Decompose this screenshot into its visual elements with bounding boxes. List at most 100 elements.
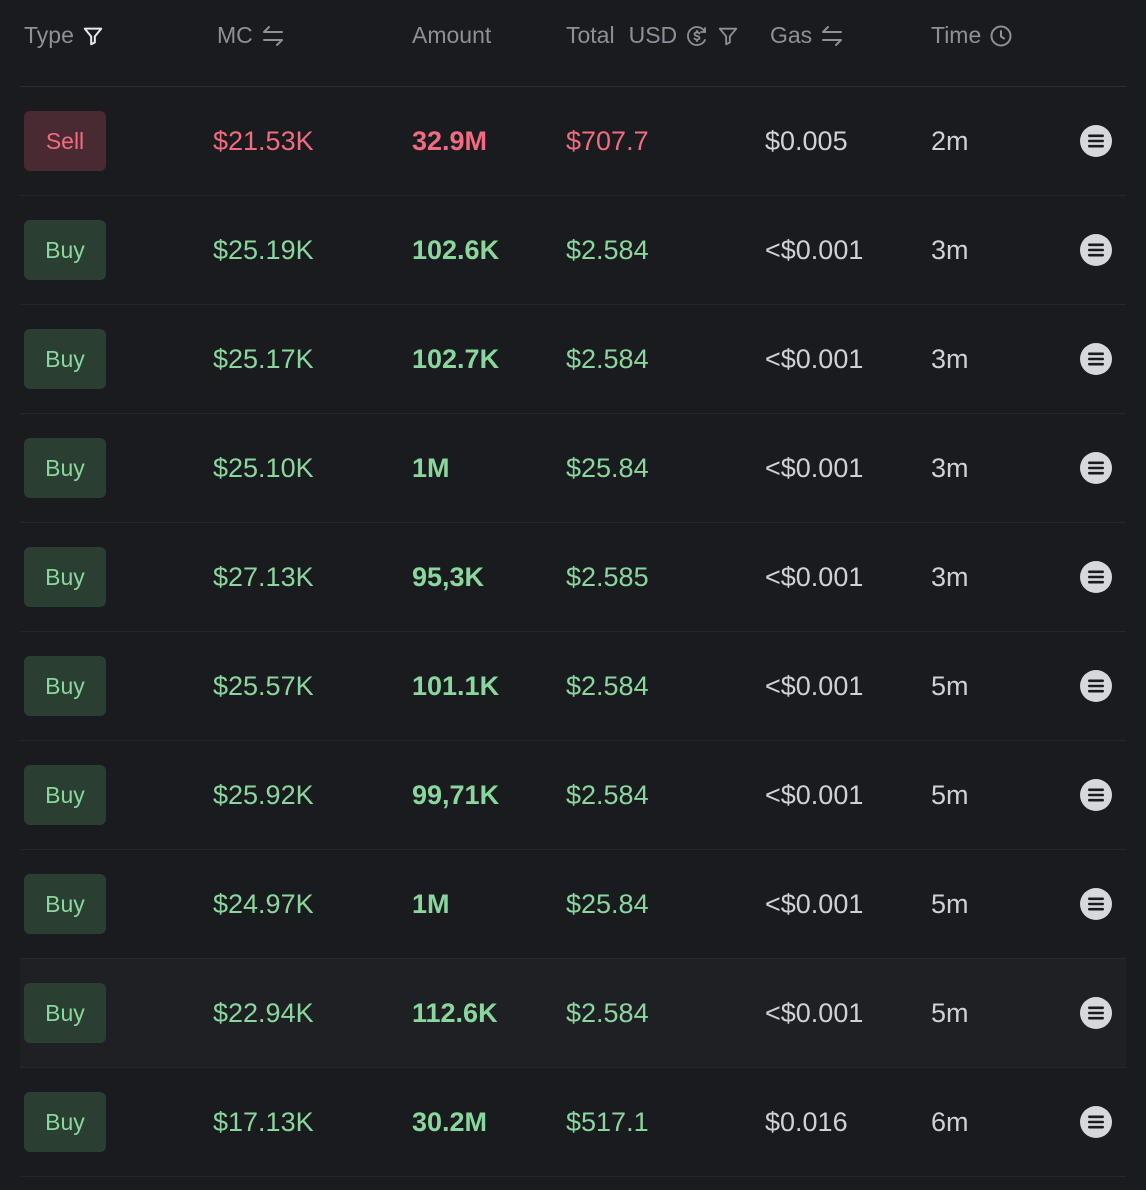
- time-cell: 3m: [931, 234, 969, 265]
- time-cell: 3m: [931, 452, 969, 483]
- total-cell: $2.584: [566, 343, 649, 374]
- total-cell: $517.1: [566, 1106, 649, 1137]
- table-row[interactable]: Buy $22.94K 112.6K $2.584 <$0.001 5m: [20, 959, 1126, 1068]
- gas-cell: <$0.001: [765, 779, 864, 810]
- gas-cell: $0.016: [765, 1106, 848, 1137]
- market-cap-cell: $25.19K: [213, 234, 314, 265]
- buy-badge: Buy: [24, 438, 106, 498]
- trades-table: Type MC Amount Total USD Gas Time Sell $…: [20, 0, 1126, 1177]
- total-cell: $25.84: [566, 452, 649, 483]
- total-cell: $2.584: [566, 997, 649, 1028]
- solana-icon[interactable]: [1080, 561, 1112, 593]
- solana-icon[interactable]: [1080, 125, 1112, 157]
- time-header-label: Time: [931, 22, 982, 48]
- table-header: Type MC Amount Total USD Gas Time: [20, 0, 1126, 87]
- amount-cell: 95,3K: [412, 561, 485, 592]
- mc-column-header[interactable]: MC: [217, 22, 285, 49]
- market-cap-cell: $22.94K: [213, 997, 314, 1028]
- table-row[interactable]: Buy $25.17K 102.7K $2.584 <$0.001 3m: [20, 305, 1126, 414]
- total-cell: $25.84: [566, 888, 649, 919]
- amount-cell: 102.6K: [412, 234, 500, 265]
- filter-icon[interactable]: [82, 25, 104, 47]
- gas-cell: <$0.001: [765, 997, 864, 1028]
- total-cell: $2.584: [566, 234, 649, 265]
- gas-cell: <$0.001: [765, 561, 864, 592]
- amount-header-label: Amount: [412, 22, 492, 48]
- market-cap-cell: $25.57K: [213, 670, 314, 701]
- solana-icon[interactable]: [1080, 670, 1112, 702]
- time-cell: 5m: [931, 670, 969, 701]
- table-row[interactable]: Buy $25.10K 1M $25.84 <$0.001 3m: [20, 414, 1126, 523]
- swap-icon[interactable]: [261, 25, 285, 47]
- table-row[interactable]: Buy $25.57K 101.1K $2.584 <$0.001 5m: [20, 632, 1126, 741]
- gas-cell: $0.005: [765, 125, 848, 156]
- amount-cell: 112.6K: [412, 997, 498, 1028]
- table-row[interactable]: Buy $25.19K 102.6K $2.584 <$0.001 3m: [20, 196, 1126, 305]
- time-cell: 5m: [931, 997, 969, 1028]
- gas-cell: <$0.001: [765, 670, 864, 701]
- currency-toggle-icon[interactable]: [685, 24, 709, 48]
- time-cell: 3m: [931, 561, 969, 592]
- solana-icon[interactable]: [1080, 1106, 1112, 1138]
- sell-badge: Sell: [24, 111, 106, 171]
- gas-cell: <$0.001: [765, 888, 864, 919]
- amount-cell: 30.2M: [412, 1106, 488, 1137]
- type-header-label: Type: [24, 22, 74, 48]
- buy-badge: Buy: [24, 1092, 106, 1152]
- gas-header-label: Gas: [770, 22, 813, 48]
- total-cell: $2.584: [566, 670, 649, 701]
- solana-icon[interactable]: [1080, 779, 1112, 811]
- total-column-header: Total USD: [566, 22, 739, 49]
- table-row[interactable]: Buy $24.97K 1M $25.84 <$0.001 5m: [20, 850, 1126, 959]
- swap-icon[interactable]: [820, 25, 844, 47]
- time-cell: 3m: [931, 343, 969, 374]
- market-cap-cell: $27.13K: [213, 561, 314, 592]
- total-cell: $2.585: [566, 561, 649, 592]
- total-header-label: Total: [566, 22, 615, 48]
- gas-column-header[interactable]: Gas: [770, 22, 844, 49]
- time-cell: 5m: [931, 779, 969, 810]
- gas-cell: <$0.001: [765, 343, 864, 374]
- market-cap-cell: $25.10K: [213, 452, 314, 483]
- time-cell: 2m: [931, 125, 969, 156]
- time-cell: 5m: [931, 888, 969, 919]
- usd-filter-icon[interactable]: [717, 25, 739, 47]
- amount-column-header: Amount: [412, 22, 491, 49]
- table-row[interactable]: Buy $17.13K 30.2M $517.1 $0.016 6m: [20, 1068, 1126, 1177]
- amount-cell: 99,71K: [412, 779, 500, 810]
- total-cell: $2.584: [566, 779, 649, 810]
- buy-badge: Buy: [24, 656, 106, 716]
- solana-icon[interactable]: [1080, 452, 1112, 484]
- table-body: Sell $21.53K 32.9M $707.7 $0.005 2m Buy …: [20, 87, 1126, 1177]
- market-cap-cell: $17.13K: [213, 1106, 314, 1137]
- mc-header-label: MC: [217, 22, 253, 48]
- solana-icon[interactable]: [1080, 234, 1112, 266]
- amount-cell: 32.9M: [412, 125, 488, 156]
- amount-cell: 1M: [412, 452, 450, 483]
- market-cap-cell: $25.92K: [213, 779, 314, 810]
- table-row[interactable]: Buy $27.13K 95,3K $2.585 <$0.001 3m: [20, 523, 1126, 632]
- buy-badge: Buy: [24, 765, 106, 825]
- total-cell: $707.7: [566, 125, 649, 156]
- usd-toggle-label[interactable]: USD: [629, 22, 678, 49]
- amount-cell: 1M: [412, 888, 450, 919]
- table-row[interactable]: Sell $21.53K 32.9M $707.7 $0.005 2m: [20, 87, 1126, 196]
- solana-icon[interactable]: [1080, 997, 1112, 1029]
- market-cap-cell: $21.53K: [213, 125, 314, 156]
- gas-cell: <$0.001: [765, 234, 864, 265]
- buy-badge: Buy: [24, 983, 106, 1043]
- amount-cell: 101.1K: [412, 670, 500, 701]
- time-column-header[interactable]: Time: [931, 22, 1013, 49]
- time-cell: 6m: [931, 1106, 969, 1137]
- table-row[interactable]: Buy $25.92K 99,71K $2.584 <$0.001 5m: [20, 741, 1126, 850]
- buy-badge: Buy: [24, 874, 106, 934]
- solana-icon[interactable]: [1080, 343, 1112, 375]
- type-column-header[interactable]: Type: [24, 22, 104, 49]
- clock-icon[interactable]: [989, 24, 1013, 48]
- gas-cell: <$0.001: [765, 452, 864, 483]
- buy-badge: Buy: [24, 329, 106, 389]
- amount-cell: 102.7K: [412, 343, 500, 374]
- solana-icon[interactable]: [1080, 888, 1112, 920]
- market-cap-cell: $25.17K: [213, 343, 314, 374]
- market-cap-cell: $24.97K: [213, 888, 314, 919]
